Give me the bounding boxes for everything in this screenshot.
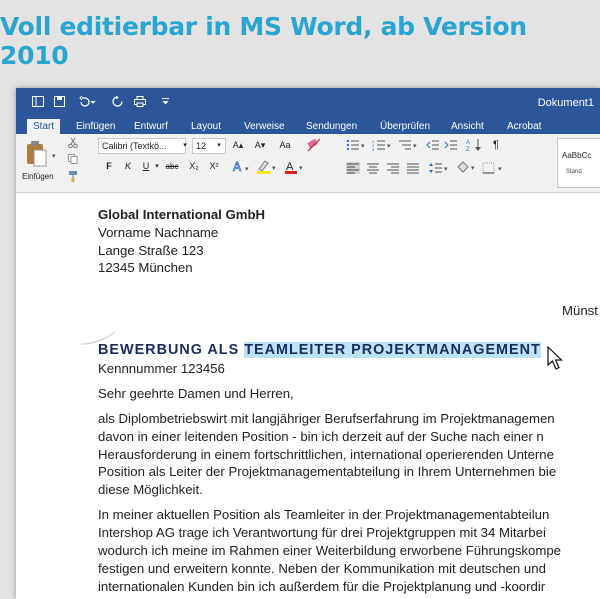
document-page[interactable]: Global International GmbH Vorname Nachna…: [16, 193, 600, 599]
align-center-icon[interactable]: [366, 162, 380, 174]
paste-dropdown-icon[interactable]: ▾: [52, 152, 56, 160]
svg-text:▾: ▾: [444, 166, 448, 173]
svg-text:▾: ▾: [361, 143, 365, 150]
change-case-button[interactable]: Aa: [274, 138, 296, 153]
paste-button[interactable]: ▾ Einfügen: [22, 138, 56, 188]
sort-icon[interactable]: AZ: [466, 138, 484, 152]
underline-dropdown-icon[interactable]: ▾: [153, 159, 161, 174]
document-title: Dokument1: [537, 97, 594, 109]
tab-entwurf[interactable]: Entwurf: [134, 120, 168, 133]
grow-font-button[interactable]: A▴: [228, 138, 248, 153]
tab-verweise[interactable]: Verweise: [244, 120, 285, 133]
customize-icon[interactable]: [162, 98, 169, 105]
tab-acrobat[interactable]: Acrobat: [507, 120, 541, 133]
tab-sendungen[interactable]: Sendungen: [306, 120, 357, 133]
tab-ansicht[interactable]: Ansicht: [451, 120, 484, 133]
paragraph-line: Intershop AG trage ich Verantwortung für…: [98, 525, 546, 540]
redo-icon[interactable]: [112, 96, 123, 107]
multilevel-list-icon[interactable]: ▾: [398, 139, 420, 151]
paste-label: Einfügen: [22, 172, 54, 181]
tab-layout[interactable]: Layout: [191, 120, 221, 133]
place-date: Münst: [562, 303, 598, 318]
highlight-icon[interactable]: ▾: [256, 159, 280, 175]
subscript-button[interactable]: X₂: [186, 159, 202, 174]
shrink-font-button[interactable]: A▾: [250, 138, 270, 153]
heading-prefix: BEWERBUNG ALS: [98, 342, 245, 358]
shading-icon[interactable]: ▾: [456, 161, 478, 175]
svg-text:A: A: [466, 140, 470, 146]
reference-number: Kennnummer 123456: [98, 361, 225, 376]
svg-text:▾: ▾: [413, 143, 417, 150]
tab-start[interactable]: Start: [27, 119, 61, 134]
paragraph-line: In meiner aktuellen Position als Teamlei…: [98, 507, 550, 522]
style-sample: AaBbCc: [562, 151, 592, 160]
svg-text:▾: ▾: [387, 143, 391, 150]
styles-gallery[interactable]: AaBbCc Stand: [557, 138, 600, 188]
decrease-indent-icon[interactable]: [426, 139, 440, 151]
paragraph-line: festigen und erweitern konnte. Neben der…: [98, 561, 546, 576]
tab-ueberpruefen[interactable]: Überprüfen: [380, 120, 430, 133]
paragraph-line: Herausforderung in einem fortschrittlich…: [98, 447, 554, 462]
cut-icon[interactable]: [68, 138, 78, 148]
sidebar-icon[interactable]: [32, 96, 44, 107]
justify-icon[interactable]: [406, 162, 420, 174]
ribbon-tabs: Start Einfügen Entwurf Layout Verweise S…: [16, 118, 600, 134]
strikethrough-button[interactable]: abc: [162, 159, 182, 174]
paragraph-line: als Diplombetriebswirt mit langjähriger …: [98, 411, 555, 426]
salutation: Sehr geehrte Damen und Herren,: [98, 386, 294, 401]
paragraph-line: internationalen Kunden bin ich außerdem …: [98, 579, 546, 594]
paragraph-line: wodurch ich meine im Rahmen einer Weiter…: [98, 543, 562, 558]
font-name-dropdown-icon[interactable]: ▾: [180, 138, 190, 153]
svg-text:▾: ▾: [272, 165, 276, 172]
paragraph-line: diese Möglichkeit.: [98, 482, 203, 497]
paragraph-line: davon in einer leitenden Position - bin …: [98, 429, 544, 444]
svg-text:▾: ▾: [471, 165, 475, 172]
font-name-select[interactable]: Calibri (Textkö...: [98, 138, 186, 154]
undo-icon[interactable]: [78, 96, 96, 107]
clear-formatting-icon[interactable]: [306, 137, 322, 153]
mouse-cursor-icon: [547, 345, 563, 370]
promo-banner: Voll editierbar in MS Word, ab Version 2…: [0, 0, 600, 82]
heading-selection: TEAMLEITER PROJEKTMANAGEMENT: [244, 342, 541, 358]
paragraph-line: Position als Leiter der Projektmanagemen…: [98, 464, 557, 479]
svg-text:A: A: [233, 160, 242, 174]
ribbon-toolbar: ▾ Einfügen Calibri (Textkö... ▾ 12 ▾ A▴ …: [16, 134, 600, 193]
font-color-icon[interactable]: A ▾: [284, 159, 306, 175]
copy-icon[interactable]: [68, 154, 78, 164]
title-bar: Dokument1: [16, 88, 600, 118]
show-formatting-button[interactable]: ¶: [489, 138, 503, 153]
superscript-button[interactable]: X²: [206, 159, 222, 174]
style-name: Stand: [566, 169, 582, 175]
word-window: Dokument1 Start Einfügen Entwurf Layout …: [16, 88, 600, 599]
line-spacing-icon[interactable]: ▾: [428, 162, 450, 174]
address-city: 12345 München: [98, 260, 193, 275]
tab-einfuegen[interactable]: Einfügen: [76, 120, 115, 133]
text-effects-icon[interactable]: A ▾: [232, 159, 252, 175]
bullets-icon[interactable]: ▾: [346, 139, 368, 151]
font-size-dropdown-icon[interactable]: ▾: [215, 138, 223, 153]
svg-text:Z: Z: [466, 147, 470, 152]
banner-text: Voll editierbar in MS Word, ab Version 2…: [0, 12, 527, 70]
svg-text:3: 3: [372, 147, 375, 151]
address-name: Vorname Nachname: [98, 225, 219, 240]
address-street: Lange Straße 123: [98, 243, 204, 258]
svg-text:▾: ▾: [299, 165, 303, 172]
address-company: Global International GmbH: [98, 207, 266, 222]
print-icon[interactable]: [134, 96, 146, 107]
bold-button[interactable]: F: [102, 159, 116, 174]
increase-indent-icon[interactable]: [444, 139, 458, 151]
clipboard-icon: [27, 141, 47, 167]
align-left-icon[interactable]: [346, 162, 360, 174]
subject-heading: BEWERBUNG ALS TEAMLEITER PROJEKTMANAGEME…: [98, 340, 541, 360]
numbering-icon[interactable]: 123 ▾: [372, 139, 394, 151]
format-painter-icon[interactable]: [67, 170, 79, 182]
borders-icon[interactable]: ▾: [482, 162, 506, 174]
italic-button[interactable]: K: [121, 159, 135, 174]
align-right-icon[interactable]: [386, 162, 400, 174]
svg-text:▾: ▾: [245, 166, 249, 173]
svg-text:▾: ▾: [498, 166, 502, 173]
save-icon[interactable]: [54, 96, 65, 107]
underline-button[interactable]: U: [139, 159, 153, 174]
